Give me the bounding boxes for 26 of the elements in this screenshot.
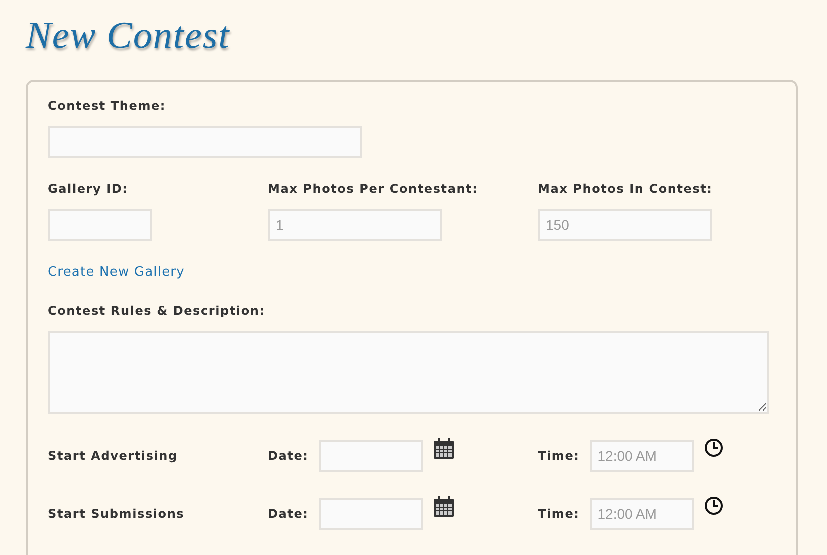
clock-icon[interactable]: [704, 496, 724, 516]
field-label: Time:: [538, 507, 580, 521]
row-label: Start Submissions: [48, 507, 186, 521]
create-gallery-link[interactable]: Create New Gallery: [48, 265, 185, 280]
field-label: Max Photos In Contest:: [538, 182, 714, 196]
calendar-icon[interactable]: [432, 438, 455, 460]
date-field[interactable]: [318, 498, 423, 530]
field-label: Max Photos Per Contestant:: [268, 182, 480, 196]
field-label: Gallery ID:: [48, 182, 130, 196]
time-field[interactable]: 12:00 AM: [590, 498, 694, 530]
page-title: New Contest: [26, 14, 230, 58]
field-label: Contest Rules & Description:: [48, 304, 266, 318]
clock-icon[interactable]: [704, 438, 724, 458]
input-field[interactable]: [48, 126, 362, 158]
text-area[interactable]: [48, 331, 769, 414]
row-label: Start Advertising: [48, 449, 179, 463]
time-field[interactable]: 12:00 AM: [590, 440, 694, 472]
field-label: Date:: [268, 449, 309, 463]
calendar-icon[interactable]: [432, 496, 455, 518]
field-label: Contest Theme:: [48, 99, 168, 113]
field-label: Date:: [268, 507, 309, 521]
input-field[interactable]: [48, 209, 152, 241]
input-field[interactable]: 1: [268, 209, 442, 241]
input-field[interactable]: 150: [538, 209, 712, 241]
date-field[interactable]: [318, 440, 423, 472]
field-label: Time:: [538, 449, 580, 463]
